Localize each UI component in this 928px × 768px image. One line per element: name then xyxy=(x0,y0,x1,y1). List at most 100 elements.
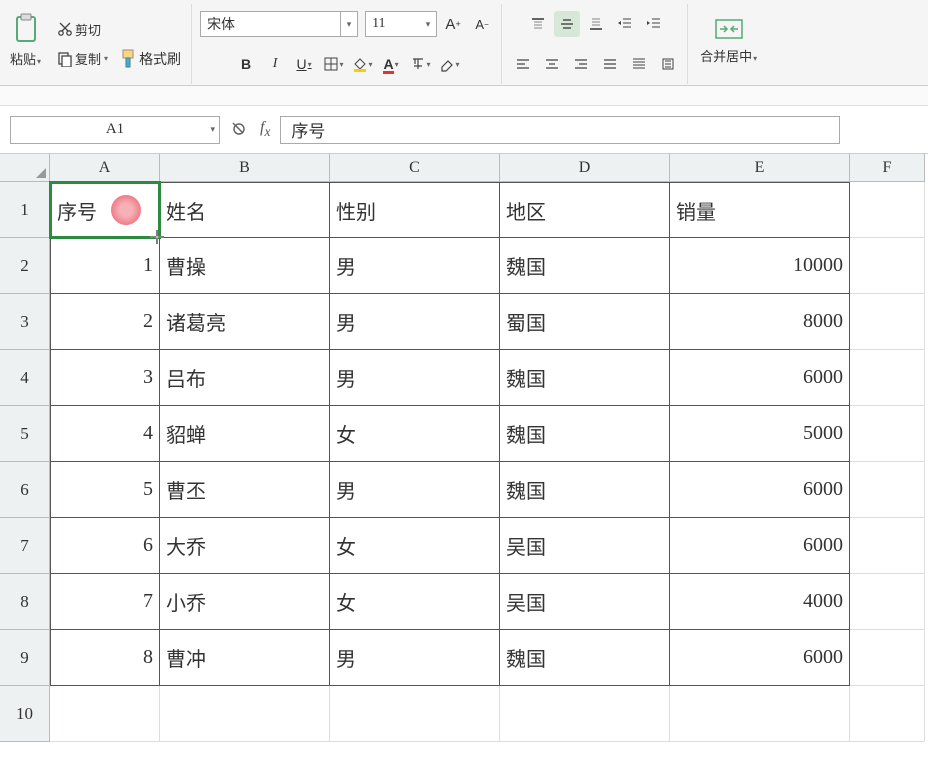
align-middle-button[interactable] xyxy=(554,11,580,37)
col-header-B[interactable]: B xyxy=(160,154,330,182)
cell-F3[interactable] xyxy=(850,294,925,350)
cell-A1[interactable]: 序号 xyxy=(50,182,160,238)
cell-E3[interactable]: 8000 xyxy=(670,294,850,350)
font-size-select[interactable]: 11 ▾ xyxy=(365,11,437,37)
font-color-button[interactable]: A▾ xyxy=(378,51,404,77)
select-all-corner[interactable] xyxy=(0,154,50,182)
cell-F8[interactable] xyxy=(850,574,925,630)
paste-button[interactable]: 粘贴▾ xyxy=(6,4,45,76)
formula-input[interactable]: 序号 xyxy=(280,116,840,144)
cell-B4[interactable]: 吕布 xyxy=(160,350,330,406)
cell-E1[interactable]: 销量 xyxy=(670,182,850,238)
cell-B10[interactable] xyxy=(160,686,330,742)
increase-indent-button[interactable] xyxy=(641,11,667,37)
cell-B7[interactable]: 大乔 xyxy=(160,518,330,574)
cell-E9[interactable]: 6000 xyxy=(670,630,850,686)
cell-D2[interactable]: 魏国 xyxy=(500,238,670,294)
increase-font-button[interactable]: A+ xyxy=(440,11,466,37)
cell-C9[interactable]: 男 xyxy=(330,630,500,686)
decrease-font-button[interactable]: A− xyxy=(469,11,495,37)
cell-E7[interactable]: 6000 xyxy=(670,518,850,574)
cell-A5[interactable]: 4 xyxy=(50,406,160,462)
cell-F1[interactable] xyxy=(850,182,925,238)
cell-E5[interactable]: 5000 xyxy=(670,406,850,462)
cell-D9[interactable]: 魏国 xyxy=(500,630,670,686)
bold-button[interactable]: B xyxy=(233,51,259,77)
cell-F7[interactable] xyxy=(850,518,925,574)
cell-A10[interactable] xyxy=(50,686,160,742)
copy-button[interactable]: 复制▾ xyxy=(53,46,112,71)
cell-B5[interactable]: 貂蝉 xyxy=(160,406,330,462)
row-header-3[interactable]: 3 xyxy=(0,294,50,350)
cell-D3[interactable]: 蜀国 xyxy=(500,294,670,350)
fx-icon[interactable]: fx xyxy=(260,119,270,140)
cell-F4[interactable] xyxy=(850,350,925,406)
cell-F10[interactable] xyxy=(850,686,925,742)
cell-F2[interactable] xyxy=(850,238,925,294)
cell-B3[interactable]: 诸葛亮 xyxy=(160,294,330,350)
row-header-9[interactable]: 9 xyxy=(0,630,50,686)
row-header-5[interactable]: 5 xyxy=(0,406,50,462)
cell-C5[interactable]: 女 xyxy=(330,406,500,462)
align-bottom-button[interactable] xyxy=(583,11,609,37)
distribute-button[interactable] xyxy=(626,51,652,77)
row-header-10[interactable]: 10 xyxy=(0,686,50,742)
spreadsheet-grid[interactable]: A B C D E F 1 序号 姓名 性别 地区 销量 2 1 曹操 男 魏国… xyxy=(0,154,928,742)
cell-A7[interactable]: 6 xyxy=(50,518,160,574)
cell-A9[interactable]: 8 xyxy=(50,630,160,686)
cell-C4[interactable]: 男 xyxy=(330,350,500,406)
orientation-button[interactable] xyxy=(655,51,681,77)
cell-D1[interactable]: 地区 xyxy=(500,182,670,238)
underline-button[interactable]: U▾ xyxy=(291,51,317,77)
cell-C8[interactable]: 女 xyxy=(330,574,500,630)
cell-B6[interactable]: 曹丕 xyxy=(160,462,330,518)
search-icon[interactable] xyxy=(230,120,250,140)
cell-B8[interactable]: 小乔 xyxy=(160,574,330,630)
cell-F5[interactable] xyxy=(850,406,925,462)
borders-button[interactable]: ▾ xyxy=(320,51,346,77)
row-header-4[interactable]: 4 xyxy=(0,350,50,406)
eraser-button[interactable]: ▾ xyxy=(436,51,462,77)
cell-A8[interactable]: 7 xyxy=(50,574,160,630)
col-header-A[interactable]: A xyxy=(50,154,160,182)
cell-A6[interactable]: 5 xyxy=(50,462,160,518)
cell-B2[interactable]: 曹操 xyxy=(160,238,330,294)
col-header-C[interactable]: C xyxy=(330,154,500,182)
col-header-D[interactable]: D xyxy=(500,154,670,182)
row-header-1[interactable]: 1 xyxy=(0,182,50,238)
cell-C6[interactable]: 男 xyxy=(330,462,500,518)
cell-E10[interactable] xyxy=(670,686,850,742)
cell-E6[interactable]: 6000 xyxy=(670,462,850,518)
decrease-indent-button[interactable] xyxy=(612,11,638,37)
cell-F9[interactable] xyxy=(850,630,925,686)
cell-B9[interactable]: 曹冲 xyxy=(160,630,330,686)
col-header-E[interactable]: E xyxy=(670,154,850,182)
format-painter-button[interactable]: 格式刷 xyxy=(115,46,185,72)
font-name-select[interactable]: 宋体 ▾ xyxy=(200,11,358,37)
cell-C7[interactable]: 女 xyxy=(330,518,500,574)
row-header-8[interactable]: 8 xyxy=(0,574,50,630)
cell-D8[interactable]: 吴国 xyxy=(500,574,670,630)
cell-D6[interactable]: 魏国 xyxy=(500,462,670,518)
col-header-F[interactable]: F xyxy=(850,154,925,182)
cell-E2[interactable]: 10000 xyxy=(670,238,850,294)
cut-button[interactable]: 剪切 xyxy=(53,17,105,42)
align-center-button[interactable] xyxy=(539,51,565,77)
cell-F6[interactable] xyxy=(850,462,925,518)
row-header-2[interactable]: 2 xyxy=(0,238,50,294)
cell-D10[interactable] xyxy=(500,686,670,742)
row-header-6[interactable]: 6 xyxy=(0,462,50,518)
cell-C1[interactable]: 性别 xyxy=(330,182,500,238)
cell-D5[interactable]: 魏国 xyxy=(500,406,670,462)
cell-A3[interactable]: 2 xyxy=(50,294,160,350)
align-right-button[interactable] xyxy=(568,51,594,77)
cell-C2[interactable]: 男 xyxy=(330,238,500,294)
name-box[interactable]: A1 ▾ xyxy=(10,116,220,144)
justify-button[interactable] xyxy=(597,51,623,77)
align-left-button[interactable] xyxy=(510,51,536,77)
fill-color-button[interactable]: ▾ xyxy=(349,51,375,77)
cell-E4[interactable]: 6000 xyxy=(670,350,850,406)
cell-A2[interactable]: 1 xyxy=(50,238,160,294)
cell-A4[interactable]: 3 xyxy=(50,350,160,406)
align-top-button[interactable] xyxy=(525,11,551,37)
